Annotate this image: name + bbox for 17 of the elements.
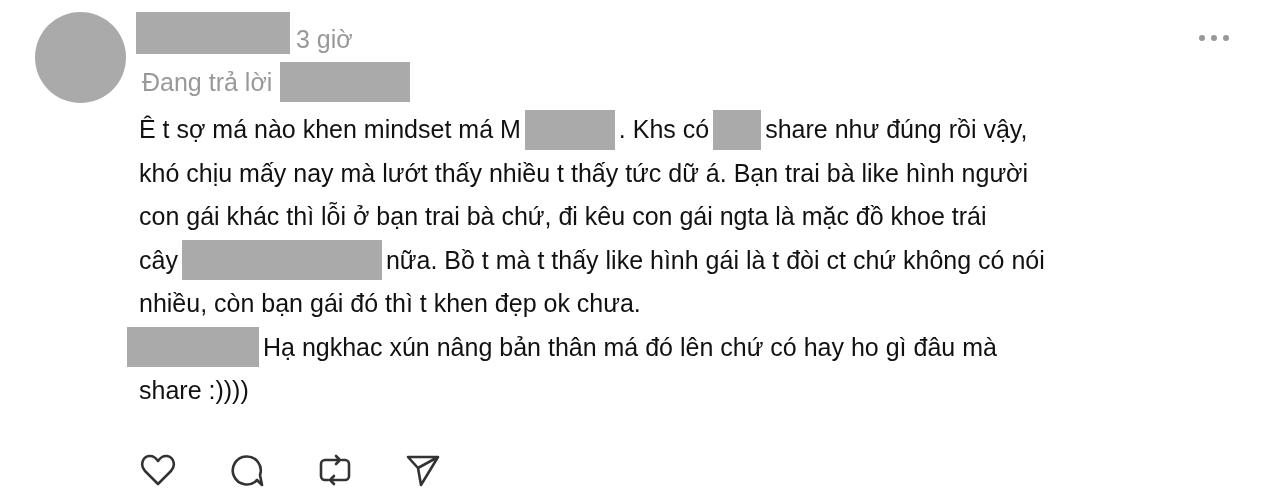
redaction-block — [713, 109, 762, 150]
comment-text: Hạ ngkhac xún nâng bản thân má đó lên chứ có hay ho gì đâu mà — [263, 331, 997, 363]
comment-text: Ê t sợ má nào khen mindset má M — [139, 114, 521, 145]
comment-text: con gái khác thì lỗi ở bạn trai bà chứ, đi kêu con gái ngta là mặc đồ khoe trái — [139, 201, 987, 232]
comment-text: khó chịu mấy nay mà lướt thấy nhiều t thấy tức dữ á. Bạn trai bà like hình người — [139, 157, 1029, 189]
comment-text: share :)))) — [139, 375, 249, 406]
comment-icon[interactable] — [230, 452, 264, 487]
comment-text: nhiều, còn bạn gái đó thì t khen đẹp ok chưa. — [139, 288, 641, 319]
comment-text: . Khs có — [618, 114, 710, 145]
repost-icon[interactable] — [318, 452, 352, 487]
post-time: 3 giờ — [296, 25, 353, 54]
reply-label: Đang trả lời — [142, 67, 273, 97]
comment-text: cây — [139, 244, 178, 276]
more-icon[interactable] — [1198, 34, 1230, 42]
comment-text: share như đúng rồi vậy, — [765, 114, 1028, 145]
heart-icon[interactable] — [140, 452, 176, 487]
comment-text: nữa. Bồ t mà t thấy like hình gái là t đòi ct chứ không có nói — [385, 244, 1045, 276]
